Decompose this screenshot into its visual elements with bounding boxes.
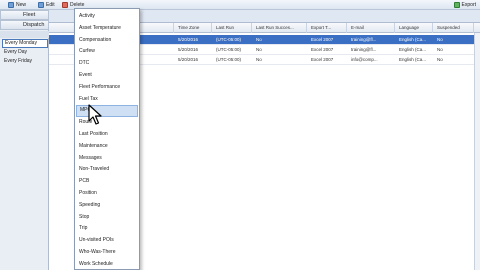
menu-item[interactable]: Position (76, 188, 138, 199)
menu-item[interactable]: Event (76, 70, 138, 81)
table-cell: (UTC-05:00) (216, 57, 242, 62)
column-header[interactable]: Time Zone (174, 23, 212, 33)
menu-item[interactable]: Route (76, 117, 138, 128)
table-cell: training@fl... (351, 37, 377, 42)
table-cell: 5/20/2016 (178, 47, 199, 52)
schedule-list: Every Monday Every Day Every Friday (2, 39, 48, 66)
dispatch-menu-button[interactable]: Dispatch (0, 20, 49, 30)
menu-item[interactable]: Trip (76, 223, 138, 234)
menu-item[interactable]: Curfew (76, 46, 138, 57)
table-cell: No (256, 57, 262, 62)
menu-item[interactable]: Stop (76, 212, 138, 223)
menu-item[interactable]: Asset Temperature (76, 23, 138, 34)
new-button[interactable]: New (8, 1, 26, 9)
mouse-pointer-icon (88, 104, 102, 125)
delete-icon (62, 2, 68, 8)
menu-item[interactable]: Activity (76, 11, 138, 22)
table-cell: Excel 2007 (311, 37, 334, 42)
table-cell: 5/20/2016 (178, 57, 199, 62)
menu-item[interactable]: Fuel Tax (76, 94, 138, 105)
left-panel: Fleet Dispatch Every Monday Every Day Ev… (0, 10, 49, 270)
new-button-label: New (16, 2, 27, 8)
edit-button[interactable]: Edit (38, 1, 55, 9)
report-type-dropdown: Activity Asset Temperature Compensation … (74, 8, 140, 270)
menu-item[interactable]: Non-Traveled (76, 164, 138, 175)
schedule-item[interactable]: Every Friday (2, 57, 48, 66)
table-cell: 5/20/2016 (178, 37, 199, 42)
table-cell: Excel 2007 (311, 47, 334, 52)
left-panel-divider (0, 31, 49, 38)
edit-button-label: Edit (46, 2, 55, 8)
menu-item[interactable]: Compensation (76, 35, 138, 46)
fleet-menu-button[interactable]: Fleet (0, 10, 49, 20)
column-header[interactable]: E-mail (347, 23, 395, 33)
menu-item[interactable]: Work Schedule (76, 259, 138, 270)
table-cell: No (437, 37, 443, 42)
fleet-menu-label: Fleet (23, 12, 36, 18)
vertical-scrollbar[interactable] (474, 33, 480, 270)
menu-item[interactable]: Messages (76, 153, 138, 164)
table-cell: training@fl... (351, 47, 377, 52)
table-cell: (UTC-05:00) (216, 47, 242, 52)
table-cell: No (437, 57, 443, 62)
menu-item[interactable]: Un-visited POIs (76, 235, 138, 246)
column-header[interactable]: Export T... (307, 23, 347, 33)
menu-item[interactable]: PCB (76, 176, 138, 187)
export-button[interactable]: Export (453, 1, 476, 9)
menu-item-hovered[interactable]: MPG (76, 105, 138, 117)
column-header[interactable]: Last Run (212, 23, 252, 33)
table-cell: Excel 2007 (311, 57, 334, 62)
table-cell: English (Ca... (399, 47, 427, 52)
column-header[interactable]: Last Run Succes... (252, 23, 307, 33)
export-button-label: Export (461, 2, 476, 8)
export-icon (453, 2, 460, 8)
schedule-item[interactable]: Every Monday (2, 39, 48, 48)
menu-item[interactable]: Who-Was-There (76, 247, 138, 258)
schedule-item[interactable]: Every Day (2, 48, 48, 57)
menu-item[interactable]: Maintenance (76, 141, 138, 152)
edit-icon (38, 2, 44, 8)
table-cell: info@comp... (351, 57, 378, 62)
table-cell: No (437, 47, 443, 52)
menu-item[interactable]: Speeding (76, 200, 138, 211)
table-cell: English (Ca... (399, 57, 427, 62)
menu-item[interactable]: Fleet Performance (76, 82, 138, 93)
new-icon (8, 2, 14, 8)
toolbar: New Edit Delete Export (0, 0, 480, 10)
menu-item[interactable]: DTC (76, 58, 138, 69)
table-cell: No (256, 37, 262, 42)
dispatch-menu-label: Dispatch (23, 22, 45, 28)
menu-item[interactable]: Last Position (76, 129, 138, 140)
column-header[interactable]: Suspended (433, 23, 474, 33)
table-cell: English (Ca... (399, 37, 427, 42)
table-cell: No (256, 47, 262, 52)
table-cell: (UTC-05:00) (216, 37, 242, 42)
column-header[interactable]: Language (395, 23, 433, 33)
